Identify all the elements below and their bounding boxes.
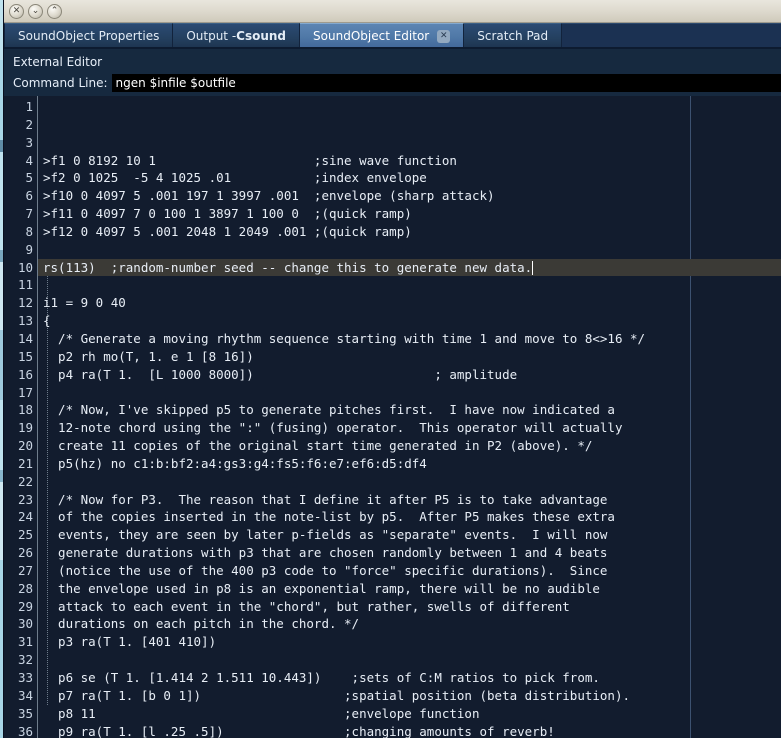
- close-window-button[interactable]: ✕: [9, 3, 24, 19]
- code-line[interactable]: (notice the use of the 400 p3 code to "f…: [43, 562, 781, 580]
- code-line[interactable]: {: [43, 312, 781, 330]
- code-line[interactable]: >f1 0 8192 10 1 ;sine wave function: [43, 152, 781, 170]
- line-number: 32: [17, 652, 33, 668]
- line-number: 23: [17, 491, 33, 507]
- command-line-input[interactable]: [111, 74, 781, 92]
- code-line[interactable]: [43, 473, 781, 491]
- line-number: 7: [25, 206, 33, 222]
- code-line[interactable]: i1 = 9 0 40: [43, 294, 781, 312]
- code-line[interactable]: /* Now, I've skipped p5 to generate pitc…: [43, 401, 781, 419]
- line-number: 34: [17, 687, 33, 703]
- maximize-window-button[interactable]: ⌃: [47, 3, 62, 19]
- line-number: 25: [17, 527, 33, 543]
- tab-scratch-pad[interactable]: Scratch Pad: [464, 23, 563, 48]
- code-line[interactable]: p5(hz) no c1:b:bf2:a4:gs3:g4:fs5:f6:e7:e…: [43, 455, 781, 473]
- line-number: 15: [17, 348, 33, 364]
- code-line[interactable]: >f11 0 4097 7 0 100 1 3897 1 100 0 ;(qui…: [43, 205, 781, 223]
- tab-label: Scratch Pad: [477, 29, 549, 43]
- line-number: 29: [17, 598, 33, 614]
- line-number: 2: [25, 116, 33, 132]
- line-number: 13: [17, 313, 33, 329]
- minimize-window-button[interactable]: ⌄: [28, 3, 43, 19]
- code-line[interactable]: p2 rh mo(T, 1. e 1 [8 16]): [43, 348, 781, 366]
- code-line[interactable]: p6 se (T 1. [1.414 2 1.511 10.443]) ;set…: [43, 669, 781, 687]
- window-titlebar: ✕ ⌄ ⌃: [4, 0, 781, 23]
- code-line[interactable]: the envelope used in p8 is an exponentia…: [43, 580, 781, 598]
- line-number: 19: [17, 420, 33, 436]
- code-line[interactable]: durations on each pitch in the chord. */: [43, 615, 781, 633]
- code-line[interactable]: attack to each event in the "chord", but…: [43, 598, 781, 616]
- line-number: 21: [17, 455, 33, 471]
- line-number: 35: [17, 705, 33, 721]
- line-number: 8: [25, 223, 33, 239]
- line-number: 11: [17, 277, 33, 293]
- tab-label-emphasis: Csound: [236, 29, 287, 43]
- line-number: 14: [17, 330, 33, 346]
- line-number: 22: [17, 473, 33, 489]
- line-number: 27: [17, 562, 33, 578]
- tab-bar-filler: [562, 23, 781, 48]
- code-line[interactable]: 12-note chord using the ":" (fusing) ope…: [43, 419, 781, 437]
- line-number: 18: [17, 402, 33, 418]
- desktop-background: ✕ ⌄ ⌃ SoundObject Properties Output - Cs…: [0, 0, 781, 738]
- line-number: 20: [17, 438, 33, 454]
- code-line[interactable]: create 11 copies of the original start t…: [43, 437, 781, 455]
- tab-label: SoundObject Properties: [18, 29, 160, 43]
- tab-soundobject-properties[interactable]: SoundObject Properties: [4, 23, 174, 48]
- line-number: 5: [25, 170, 33, 186]
- line-number: 30: [17, 616, 33, 632]
- line-number-gutter: 1 2 3 4 5 6 7 8 9 10 11 12 13 14 15 16 17 18 19 20 21 22 23 24 2…: [4, 96, 37, 738]
- code-line[interactable]: p4 ra(T 1. [L 1000 8000]) ; amplitude: [43, 366, 781, 384]
- line-number: 16: [17, 366, 33, 382]
- line-number: 4: [25, 152, 33, 168]
- tab-label: SoundObject Editor: [313, 29, 430, 43]
- code-line[interactable]: /* Now for P3. The reason that I define …: [43, 491, 781, 509]
- code-line[interactable]: >f12 0 4097 5 .001 2048 1 2049 .001 ;(qu…: [43, 223, 781, 241]
- code-line[interactable]: rs(113) ;random-number seed -- change th…: [38, 258, 781, 277]
- code-line[interactable]: p8 11 ;envelope function: [43, 705, 781, 723]
- line-number: 33: [17, 670, 33, 685]
- code-line[interactable]: [43, 384, 781, 402]
- code-line[interactable]: [43, 276, 781, 294]
- line-number: 1: [25, 99, 33, 114]
- text-cursor: [532, 260, 534, 275]
- external-editor-panel: External Editor Command Line:: [4, 49, 781, 96]
- soundobject-editor-window: ✕ ⌄ ⌃ SoundObject Properties Output - Cs…: [4, 0, 781, 738]
- code-text-area[interactable]: >f1 0 8192 10 1 ;sine wave function >f2 0…: [38, 96, 781, 738]
- code-line[interactable]: events, they are seen by later p-fields …: [43, 526, 781, 544]
- tab-output-csound[interactable]: Output - Csound: [173, 23, 301, 48]
- code-line[interactable]: generate durations with p3 that are chos…: [43, 544, 781, 562]
- code-line[interactable]: p7 ra(T 1. [b 0 1]) ;spatial position (b…: [43, 687, 781, 705]
- line-number: 9: [25, 241, 33, 257]
- line-number: 10: [17, 259, 33, 275]
- line-number: 31: [17, 634, 33, 650]
- line-number: 12: [17, 295, 33, 311]
- line-number: 24: [17, 509, 33, 525]
- code-line[interactable]: [43, 651, 781, 669]
- code-line[interactable]: [43, 241, 781, 259]
- code-line[interactable]: >f2 0 1025 -5 4 1025 .01 ;index envelope: [43, 169, 781, 187]
- command-line-label: Command Line:: [13, 76, 108, 90]
- code-line[interactable]: of the copies inserted in the note-list …: [43, 508, 781, 526]
- code-line[interactable]: p9 ra(T 1. [l .25 .5]) ;changing amounts…: [43, 723, 781, 738]
- tab-soundobject-editor[interactable]: SoundObject Editor ✕: [300, 23, 465, 48]
- close-icon[interactable]: ✕: [437, 29, 451, 43]
- command-line-row: Command Line:: [4, 74, 781, 96]
- tab-bar: SoundObject Properties Output - Csound S…: [4, 23, 781, 49]
- panel-title: External Editor: [13, 55, 103, 69]
- tab-label: Output -: [186, 29, 237, 43]
- code-editor-area[interactable]: 1 2 3 4 5 6 7 8 9 10 11 12 13 14 15 16 17 18 19 20 21 22 23 24 2…: [4, 96, 781, 738]
- line-number: 6: [25, 188, 33, 204]
- line-number: 17: [17, 384, 33, 400]
- line-number: 36: [17, 723, 33, 738]
- line-number: 26: [17, 545, 33, 561]
- line-number: 3: [25, 134, 33, 150]
- code-line[interactable]: /* Generate a moving rhythm sequence sta…: [43, 330, 781, 348]
- code-line[interactable]: >f10 0 4097 5 .001 197 1 3997 .001 ;enve…: [43, 187, 781, 205]
- line-number: 28: [17, 580, 33, 596]
- code-line[interactable]: p3 ra(T 1. [401 410]): [43, 633, 781, 651]
